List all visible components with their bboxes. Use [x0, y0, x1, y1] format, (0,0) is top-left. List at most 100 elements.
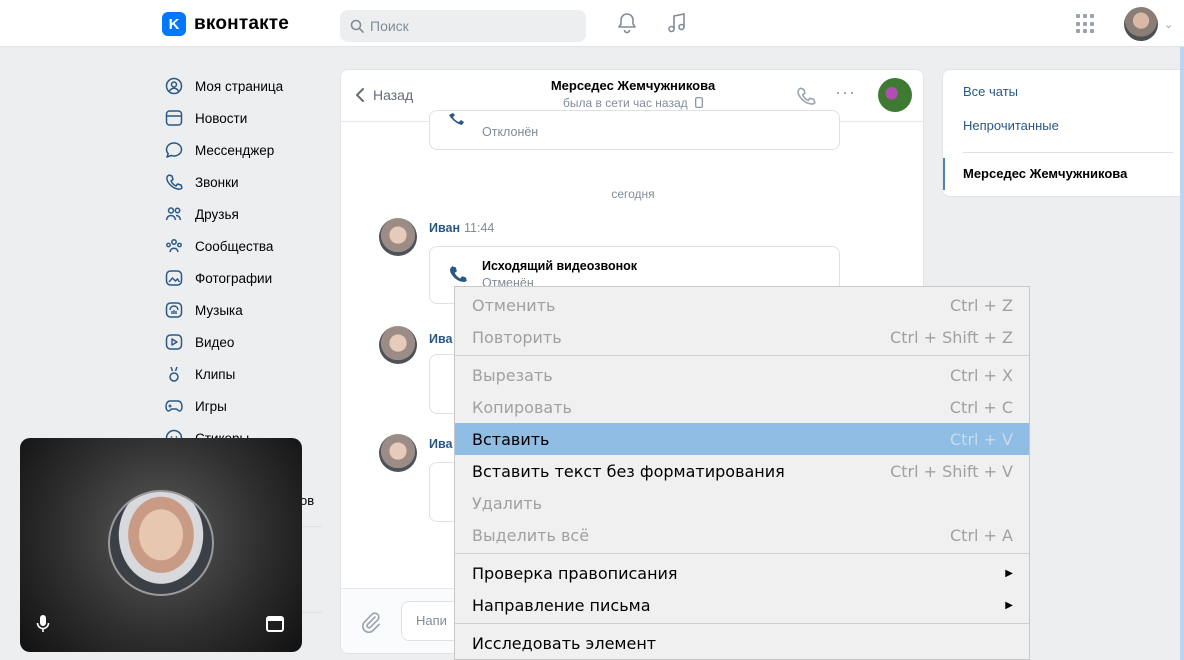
active-chat-label: Мерседес Жемчужникова	[963, 166, 1128, 181]
context-menu: Отменить Ctrl + Z Повторить Ctrl + Shift…	[454, 286, 1030, 660]
sidebar-item-news[interactable]: Новости	[162, 102, 332, 134]
menu-shortcut: Ctrl + V	[950, 429, 1013, 449]
sidebar-item-label: Новости	[195, 110, 248, 126]
friends-icon	[165, 205, 183, 223]
sidebar-item-friends[interactable]: Друзья	[162, 198, 332, 230]
menu-item-delete[interactable]: Удалить	[455, 487, 1029, 519]
microphone-icon[interactable]	[36, 614, 50, 637]
chevron-down-icon[interactable]: ⌄	[1164, 18, 1173, 31]
menu-shortcut: Ctrl + Z	[949, 295, 1013, 315]
video-call-window[interactable]	[20, 438, 302, 652]
phone-icon	[450, 266, 467, 282]
sidebar-item-label: Друзья	[195, 206, 239, 222]
sidebar-item-label: Игры	[195, 398, 227, 414]
phone-icon	[449, 113, 464, 125]
menu-item-label: Вставить	[472, 429, 550, 449]
menu-item-writing-direction[interactable]: Направление письма ▶	[455, 589, 1029, 621]
message-author[interactable]: Ива	[429, 332, 452, 346]
menu-item-paste[interactable]: Вставить Ctrl + V	[455, 423, 1029, 455]
search-placeholder: Поиск	[370, 18, 409, 34]
menu-shortcut: Ctrl + Shift + V	[890, 461, 1013, 481]
chat-bubble-icon	[165, 141, 183, 159]
avatar[interactable]	[379, 434, 417, 472]
news-icon	[165, 109, 183, 127]
more-dots-icon[interactable]: ···	[835, 82, 856, 103]
menu-item-copy[interactable]: Копировать Ctrl + C	[455, 391, 1029, 423]
menu-item-label: Проверка правописания	[472, 563, 678, 583]
menu-item-inspect[interactable]: Исследовать элемент	[455, 627, 1029, 659]
clips-icon	[165, 365, 183, 383]
call-title: Исходящий видеозвонок	[482, 259, 638, 273]
phone-icon	[165, 173, 183, 191]
sidebar-item-label: Сообщества	[195, 238, 274, 254]
message-author[interactable]: Иван 11:44	[429, 221, 494, 235]
active-chat-item[interactable]: Мерседес Жемчужникова	[943, 158, 1184, 190]
menu-item-label: Направление письма	[472, 595, 651, 615]
menu-shortcut: Ctrl + X	[949, 365, 1013, 385]
vk-logo[interactable]: K вконтакте	[162, 12, 289, 36]
filter-all-chats[interactable]: Все чаты	[963, 84, 1018, 99]
menu-item-label: Копировать	[472, 397, 572, 417]
sidebar-item-messenger[interactable]: Мессенджер	[162, 134, 332, 166]
menu-item-paste-plain[interactable]: Вставить текст без форматирования Ctrl +…	[455, 455, 1029, 487]
menu-item-label: Вставить текст без форматирования	[472, 461, 785, 481]
avatar[interactable]	[379, 218, 417, 256]
window-icon[interactable]	[266, 616, 284, 635]
avatar[interactable]	[1124, 7, 1158, 41]
phone-icon[interactable]	[796, 86, 816, 109]
filter-unread[interactable]: Непрочитанные	[963, 118, 1059, 133]
sidebar-item-photos[interactable]: Фотографии	[162, 262, 332, 294]
menu-shortcut: Ctrl + C	[949, 397, 1013, 417]
menu-item-redo[interactable]: Повторить Ctrl + Shift + Z	[455, 321, 1029, 353]
menu-separator	[455, 355, 1029, 356]
date-separator: сегодня	[611, 187, 655, 201]
search-input[interactable]: Поиск	[340, 10, 586, 42]
apps-grid-icon[interactable]	[1076, 14, 1096, 34]
search-icon	[350, 19, 364, 33]
menu-item-label: Удалить	[472, 493, 542, 513]
communities-icon	[165, 237, 183, 255]
menu-item-select-all[interactable]: Выделить всё Ctrl + A	[455, 519, 1029, 551]
sidebar-item-my-page[interactable]: Моя страница	[162, 70, 332, 102]
filter-divider	[963, 152, 1173, 153]
menu-item-label: Исследовать элемент	[472, 633, 657, 653]
sidebar-item-label: Клипы	[195, 366, 236, 382]
sidebar-partial-label[interactable]: ов	[300, 493, 314, 508]
window-edge	[1180, 47, 1184, 660]
gamepad-icon	[165, 397, 183, 415]
sidebar-item-label: Фотографии	[195, 270, 273, 286]
peer-avatar[interactable]	[878, 78, 912, 112]
avatar[interactable]	[379, 326, 417, 364]
photo-icon	[165, 269, 183, 287]
menu-item-label: Отменить	[472, 295, 556, 315]
sidebar-item-label: Моя страница	[195, 78, 284, 94]
message-author[interactable]: Ива	[429, 437, 452, 451]
submenu-arrow-icon: ▶	[1005, 567, 1013, 579]
paperclip-icon[interactable]	[361, 611, 381, 636]
call-bubble[interactable]: Отклонён	[429, 110, 840, 150]
sidebar-item-games[interactable]: Игры	[162, 390, 332, 422]
video-icon	[165, 333, 183, 351]
menu-item-label: Повторить	[472, 327, 562, 347]
sidebar-item-video[interactable]: Видео	[162, 326, 332, 358]
sidebar-item-communities[interactable]: Сообщества	[162, 230, 332, 262]
menu-item-cut[interactable]: Вырезать Ctrl + X	[455, 359, 1029, 391]
sidebar-item-label: Звонки	[195, 174, 239, 190]
menu-separator	[455, 623, 1029, 624]
video-participant	[108, 490, 214, 596]
sidebar-item-label: Музыка	[195, 302, 243, 318]
menu-shortcut: Ctrl + A	[950, 525, 1013, 545]
sidebar-item-music[interactable]: Музыка	[162, 294, 332, 326]
music-icon[interactable]	[664, 10, 690, 36]
menu-item-label: Вырезать	[472, 365, 553, 385]
menu-item-undo[interactable]: Отменить Ctrl + Z	[455, 289, 1029, 321]
chat-filter-panel: Все чаты Непрочитанные Мерседес Жемчужни…	[942, 69, 1184, 197]
vk-logo-text: вконтакте	[194, 13, 290, 34]
menu-item-spellcheck[interactable]: Проверка правописания ▶	[455, 557, 1029, 589]
sidebar-item-calls[interactable]: Звонки	[162, 166, 332, 198]
bell-icon[interactable]	[614, 10, 640, 36]
vk-logo-mark: K	[162, 12, 186, 36]
sidebar-item-label: Видео	[195, 334, 235, 350]
call-status: Отклонён	[482, 125, 539, 139]
sidebar-item-clips[interactable]: Клипы	[162, 358, 332, 390]
